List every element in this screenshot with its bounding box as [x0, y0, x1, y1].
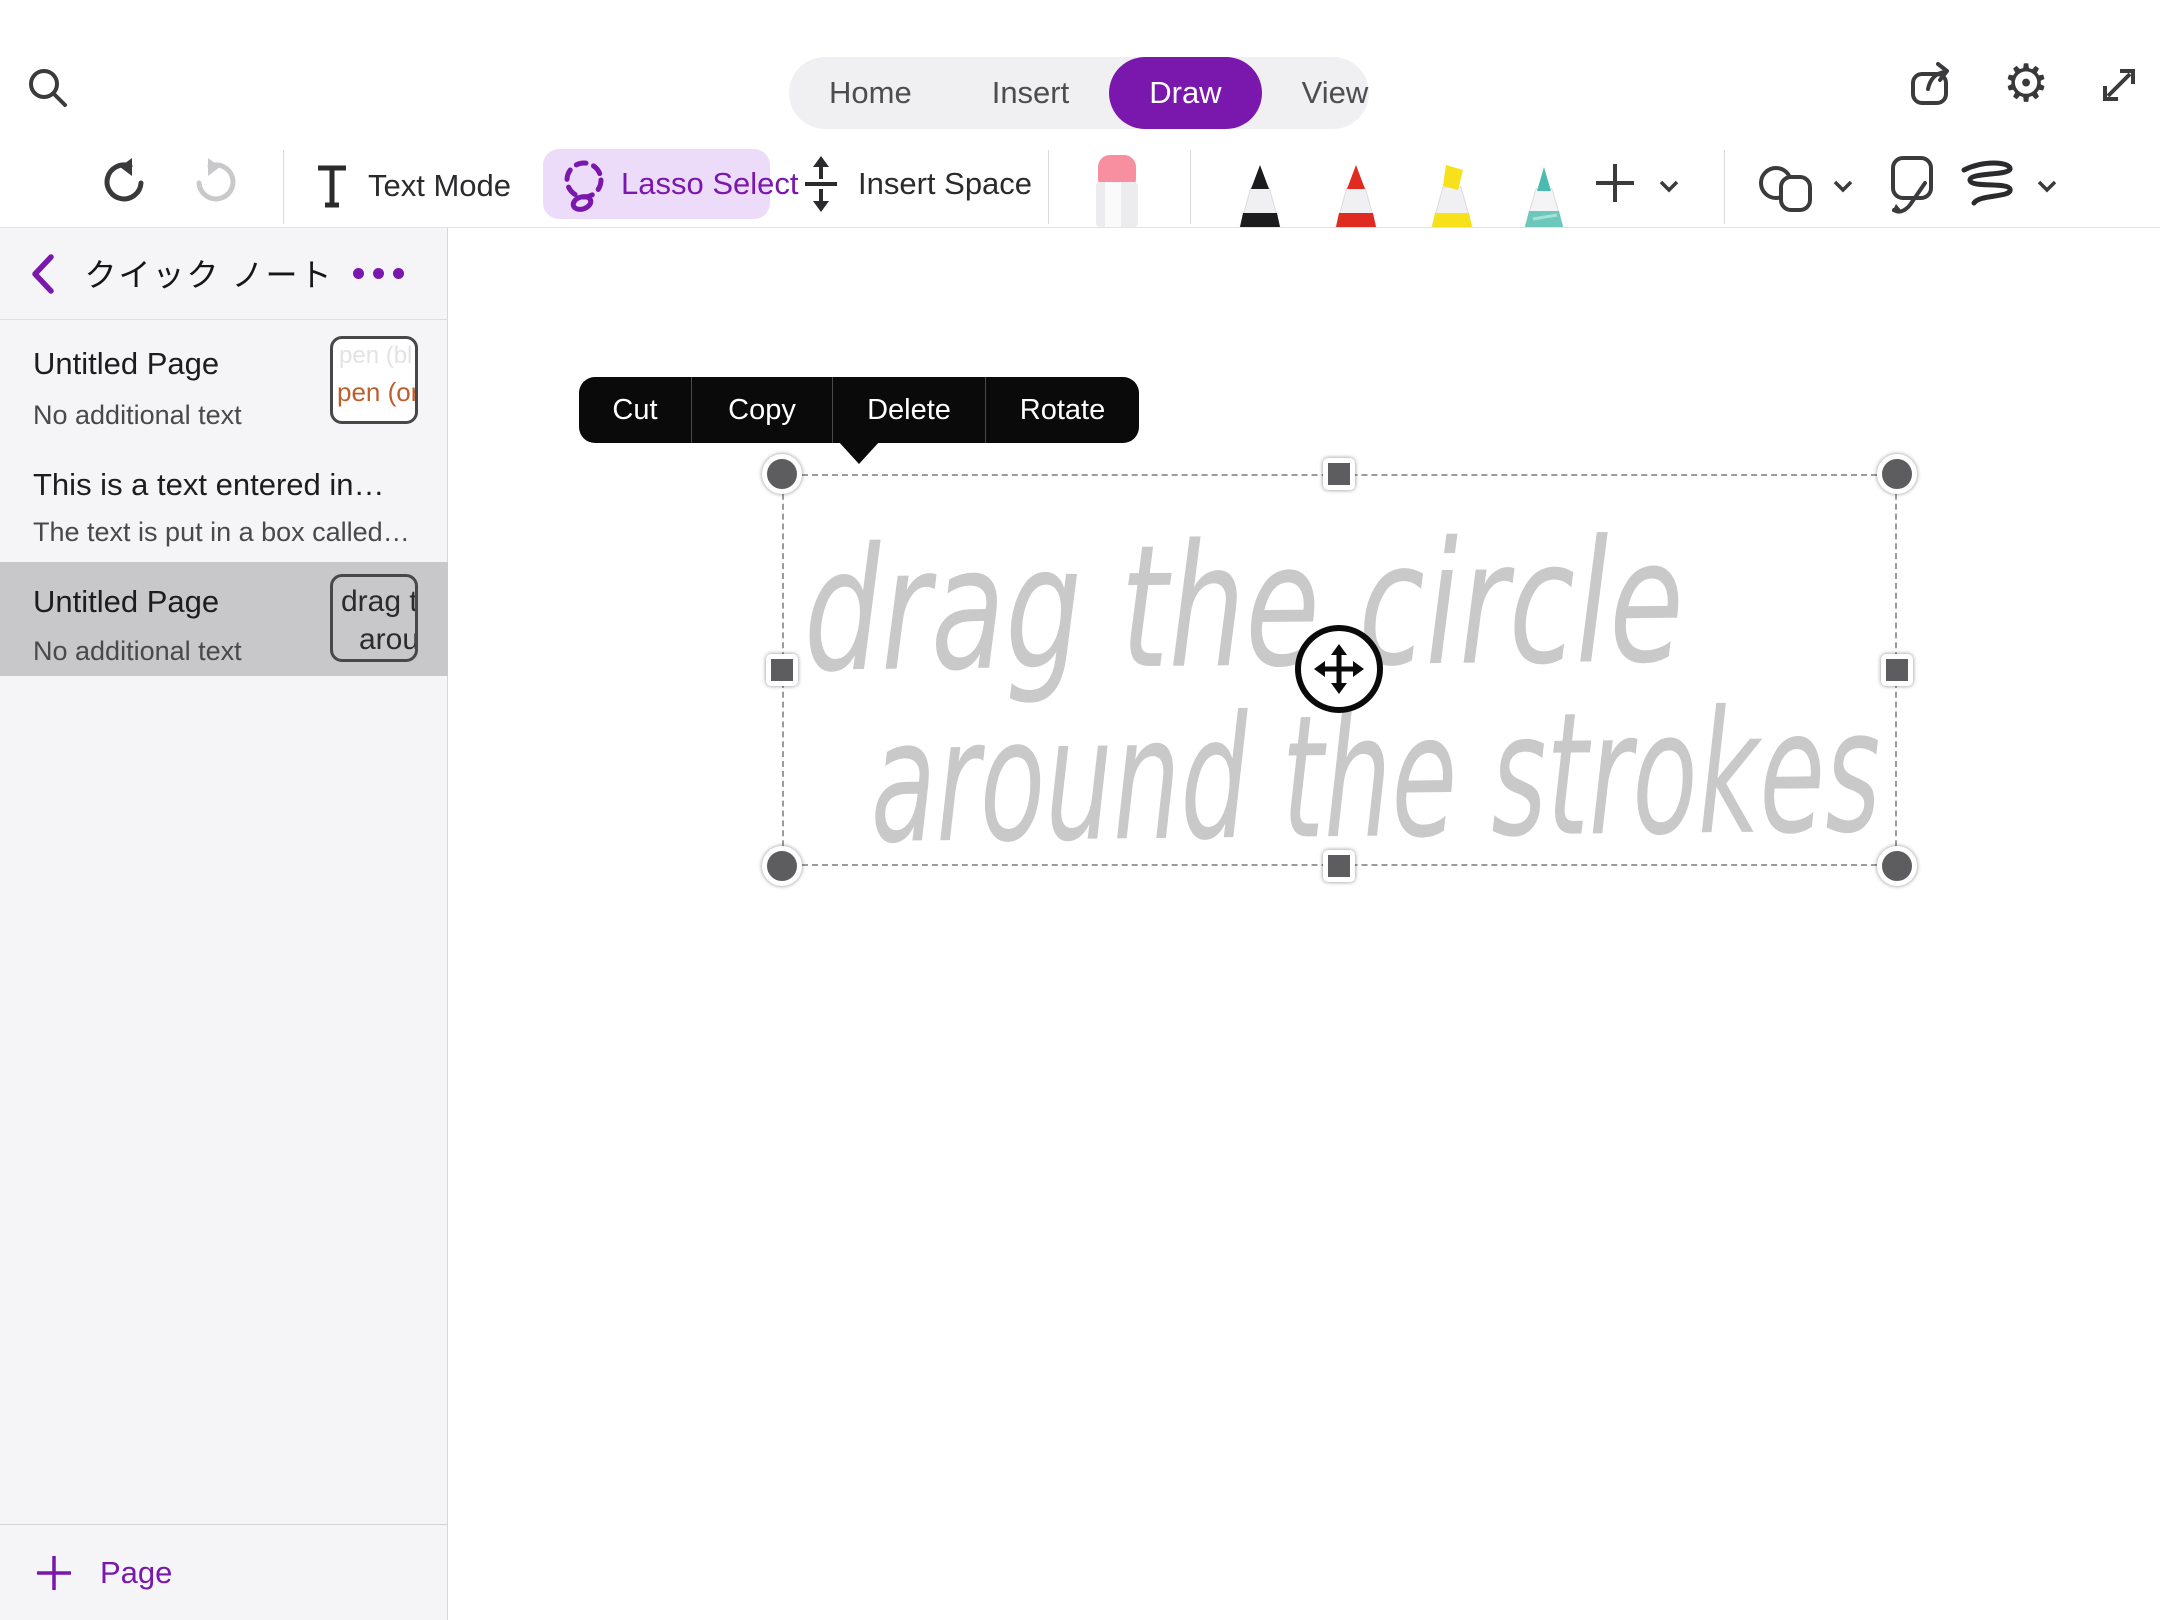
rotate-menu-item[interactable]: Rotate [985, 377, 1139, 443]
onenote-app: Home Insert Draw View ⚙ [0, 0, 2160, 1620]
page-subtitle: The text is put in a box called… [33, 517, 424, 548]
yellow-highlighter-icon[interactable] [1417, 163, 1487, 227]
svg-text:drag t: drag t [341, 585, 415, 618]
insert-space-button[interactable]: Insert Space [800, 150, 1032, 218]
more-options-icon[interactable] [353, 268, 404, 279]
four-way-arrows-icon [1312, 642, 1366, 696]
svg-text:pen (bl: pen (bl [339, 342, 412, 369]
page-title: This is a text entered in… [33, 467, 424, 503]
tab-insert[interactable]: Insert [952, 57, 1110, 129]
gear-icon[interactable]: ⚙ [1996, 52, 2056, 116]
insert-space-icon [800, 152, 842, 216]
ink-annotate-icon[interactable] [1884, 152, 1940, 216]
selection-handle-bottom-right[interactable] [1877, 846, 1917, 886]
black-pen-icon[interactable] [1225, 165, 1295, 227]
sidebar-header: クイック ノート [0, 227, 448, 320]
page-title: Untitled Page [33, 346, 308, 382]
eraser-tool-icon[interactable] [1089, 155, 1145, 227]
selection-handle-top-left[interactable] [762, 454, 802, 494]
cut-menu-item[interactable]: Cut [579, 377, 691, 443]
page-sidebar: クイック ノート Untitled Page No additional tex… [0, 227, 448, 1620]
ribbon-tabs: Home Insert Draw View [789, 57, 1369, 129]
add-page-label: Page [100, 1555, 172, 1591]
selection-handle-top-right[interactable] [1877, 454, 1917, 494]
red-pen-icon[interactable] [1321, 165, 1391, 227]
add-pen-icon[interactable] [1592, 160, 1638, 206]
teal-pen-icon[interactable] [1509, 165, 1579, 227]
tab-home[interactable]: Home [789, 57, 952, 129]
selection-handle-bottom-left[interactable] [762, 846, 802, 886]
toolbar-separator [1048, 150, 1049, 224]
lasso-select-button[interactable]: Lasso Select [543, 149, 770, 219]
tab-draw[interactable]: Draw [1109, 57, 1261, 129]
undo-icon[interactable] [96, 156, 150, 212]
text-mode-icon [312, 161, 352, 211]
toolbar-separator [283, 150, 284, 224]
page-list-item[interactable]: Untitled Page No additional text pen (bl… [0, 324, 448, 449]
context-menu-caret [838, 441, 880, 464]
page-list-item[interactable]: This is a text entered in… The text is p… [0, 449, 448, 562]
selection-handle-bottom[interactable] [1323, 850, 1355, 882]
shapes-icon[interactable] [1756, 162, 1822, 214]
insert-space-label: Insert Space [858, 166, 1032, 202]
copy-menu-item[interactable]: Copy [691, 377, 832, 443]
share-icon[interactable] [1903, 58, 1957, 112]
notebook-title: クイック ノート [60, 227, 358, 319]
lasso-icon [559, 156, 609, 212]
delete-menu-item[interactable]: Delete [832, 377, 985, 443]
chevron-down-icon[interactable] [1832, 178, 1854, 194]
page-thumbnail: pen (bl pen (ora [330, 336, 418, 424]
add-page-button[interactable]: Page [0, 1525, 448, 1620]
svg-text:pen (ora: pen (ora [337, 377, 415, 407]
toolbar-separator [1724, 150, 1725, 224]
redo-icon[interactable] [190, 156, 244, 212]
page-subtitle: No additional text [33, 636, 308, 667]
plus-icon [34, 1553, 74, 1593]
header-bar: Home Insert Draw View ⚙ [0, 0, 2160, 228]
fullscreen-icon[interactable] [2094, 60, 2144, 110]
move-selection-handle[interactable] [1295, 625, 1383, 713]
note-canvas[interactable]: drag the circle around the strokes [448, 227, 2160, 1620]
text-mode-button[interactable]: Text Mode [312, 154, 511, 218]
page-title: Untitled Page [33, 584, 308, 620]
search-icon[interactable] [22, 62, 74, 114]
ink-style-squiggle-icon[interactable] [1956, 158, 2020, 214]
lasso-select-label: Lasso Select [621, 166, 799, 202]
selection-handle-right[interactable] [1881, 654, 1913, 686]
page-subtitle: No additional text [33, 400, 308, 431]
chevron-down-icon[interactable] [2036, 178, 2058, 194]
toolbar-separator [1190, 150, 1191, 224]
page-thumbnail: drag t arou [330, 574, 418, 662]
chevron-down-icon[interactable] [1658, 178, 1680, 194]
svg-text:arou: arou [359, 623, 415, 656]
selection-context-menu: Cut Copy Delete Rotate [579, 377, 1139, 443]
text-mode-label: Text Mode [368, 168, 511, 204]
back-chevron-icon[interactable] [26, 252, 60, 296]
selection-handle-left[interactable] [766, 654, 798, 686]
page-list-item-selected[interactable]: Untitled Page No additional text drag t … [0, 562, 448, 676]
selection-handle-top[interactable] [1323, 458, 1355, 490]
tab-view[interactable]: View [1262, 57, 1409, 129]
